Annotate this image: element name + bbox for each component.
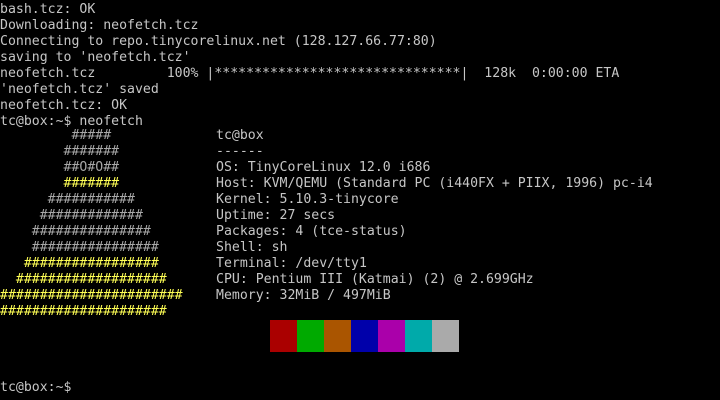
output-line: Downloading: neofetch.tcz [0, 18, 199, 33]
color-swatch [351, 320, 378, 352]
logo-row: ################# [0, 256, 159, 271]
logo-row: ####### [0, 176, 120, 191]
info-row-host: Host: KVM/QEMU (Standard PC (i440FX + PI… [216, 176, 653, 191]
shell-prompt[interactable]: tc@box:~$ [0, 380, 79, 396]
info-value: TinyCoreLinux 12.0 i686 [247, 160, 431, 175]
info-key: Packages [216, 224, 280, 239]
info-key: Kernel [216, 192, 264, 207]
info-row-memory: Memory: 32MiB / 497MiB [216, 288, 391, 303]
info-value: 4 (tce-status) [295, 224, 407, 239]
output-line: bash.tcz: OK [0, 2, 96, 17]
info-value: 27 secs [279, 208, 336, 223]
info-row-kernel: Kernel: 5.10.3-tinycore [216, 192, 399, 207]
logo-row: ##################### [0, 304, 167, 319]
logo-row: ##O#O## [0, 160, 120, 175]
download-progress-line: neofetch.tcz 100% |*********************… [0, 66, 620, 81]
color-swatch [378, 320, 405, 352]
color-palette [243, 320, 459, 352]
info-key: OS [216, 160, 232, 175]
logo-row: ####################### [0, 288, 183, 303]
info-key: Shell [216, 240, 256, 255]
info-key: Memory [216, 288, 264, 303]
color-swatch [405, 320, 432, 352]
logo-row: ################### [0, 272, 167, 287]
output-line: Connecting to repo.tinycorelinux.net (12… [0, 34, 437, 49]
info-row-packages: Packages: 4 (tce-status) [216, 224, 407, 239]
info-title: tc@box [216, 128, 264, 143]
color-swatch [243, 320, 270, 352]
info-value: 5.10.3-tinycore [279, 192, 399, 207]
color-swatch [270, 320, 297, 352]
output-line: neofetch.tcz: OK [0, 98, 128, 113]
info-value: /dev/tty1 [295, 256, 367, 271]
info-row-os: OS: TinyCoreLinux 12.0 i686 [216, 160, 431, 175]
info-row-shell: Shell: sh [216, 240, 288, 255]
logo-row: ########### [0, 192, 135, 207]
info-row-cpu: CPU: Pentium III (Katmai) (2) @ 2.699GHz [216, 272, 534, 287]
logo-row: ##### [0, 128, 112, 143]
info-value: sh [271, 240, 288, 255]
info-key: Uptime [216, 208, 264, 223]
color-swatch [297, 320, 324, 352]
info-row-uptime: Uptime: 27 secs [216, 208, 336, 223]
logo-row: ################ [0, 240, 159, 255]
info-value: KVM/QEMU (Standard PC (i440FX + PIIX, 19… [263, 176, 653, 191]
terminal-screen[interactable]: bash.tcz: OK Downloading: neofetch.tcz C… [0, 0, 720, 400]
logo-row: ############# [0, 208, 143, 223]
logo-row: ############### [0, 224, 151, 239]
info-key: Host [216, 176, 248, 191]
color-swatch [324, 320, 351, 352]
info-key: Terminal [216, 256, 280, 271]
color-swatch [432, 320, 459, 352]
info-value: 32MiB / 497MiB [279, 288, 391, 303]
info-value: Pentium III (Katmai) (2) @ 2.699GHz [255, 272, 534, 287]
info-separator: ------ [216, 144, 264, 159]
logo-row: ####### [0, 144, 120, 159]
info-key: CPU [216, 272, 240, 287]
output-line: saving to 'neofetch.tcz' [0, 50, 191, 65]
info-row-terminal: Terminal: /dev/tty1 [216, 256, 367, 271]
output-line: 'neofetch.tcz' saved [0, 82, 159, 97]
